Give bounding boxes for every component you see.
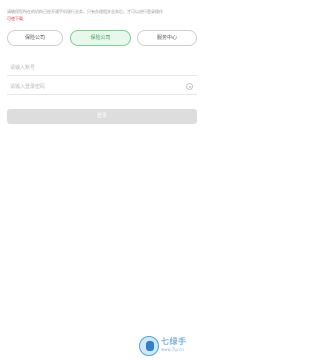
watermark-icon xyxy=(139,336,159,356)
tab-service-center[interactable]: 服务中心 xyxy=(137,30,197,46)
tab-insurance-company[interactable]: 保险公司 xyxy=(7,30,63,46)
password-input[interactable] xyxy=(7,79,197,95)
account-input[interactable] xyxy=(7,60,197,76)
watermark-logo: 七绿手 www.7lp.cn xyxy=(139,335,199,357)
notice-text: 请确保您所在的机构已经开通手机银行业务，只有办理相关业务后，才可以进行登录操作 xyxy=(7,9,163,14)
tab-company-active[interactable]: 保险公司 xyxy=(70,30,131,46)
password-field xyxy=(7,79,197,95)
watermark-text: 七绿手 xyxy=(161,337,187,346)
login-screen: 请确保您所在的机构已经开通手机银行业务，只有办理相关业务后，才可以进行登录操作 … xyxy=(0,0,204,360)
login-button[interactable]: 登录 xyxy=(7,109,197,124)
watermark-url: www.7lp.cn xyxy=(161,347,184,352)
eye-icon[interactable] xyxy=(186,83,193,90)
notice-link[interactable]: 可使下载 xyxy=(7,16,23,22)
account-field xyxy=(7,60,197,76)
